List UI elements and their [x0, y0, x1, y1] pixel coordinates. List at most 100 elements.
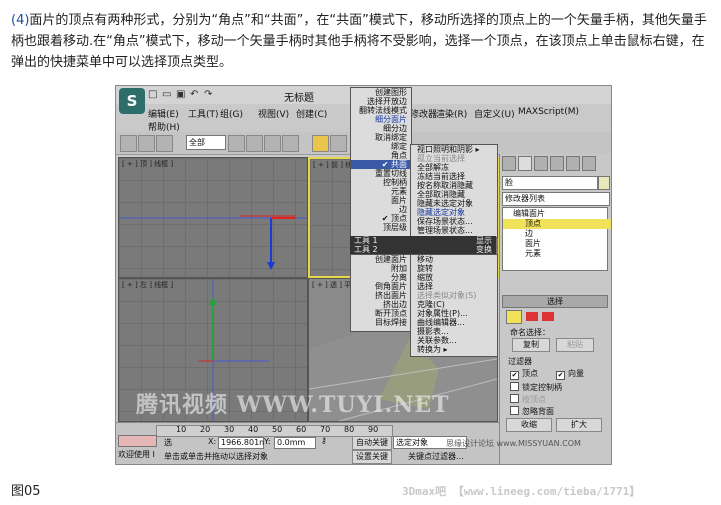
app-logo-icon[interactable]: S: [119, 88, 145, 114]
quad-menu-item[interactable]: 倒角面片: [351, 282, 411, 291]
menu-group[interactable]: 组(G): [220, 107, 243, 120]
select-by-name-icon[interactable]: [246, 135, 263, 152]
quad-menu-item[interactable]: 创建面片: [351, 255, 411, 264]
undo-tool-icon[interactable]: [120, 135, 137, 152]
handle-mode-icon[interactable]: [526, 312, 538, 321]
stack-item-element[interactable]: 元素: [503, 249, 611, 259]
quad-menu-item[interactable]: 曲线编辑器...: [411, 318, 497, 327]
menu-customize[interactable]: 自定义(U): [474, 107, 515, 120]
quad-menu-item[interactable]: 目标焊接: [351, 318, 411, 327]
patch-mode-icon[interactable]: [542, 312, 554, 321]
quad-menu-item[interactable]: 旋转: [411, 264, 497, 273]
quad-menu-item[interactable]: 取消绑定: [351, 133, 411, 142]
set-key-button[interactable]: 设置关键点: [352, 450, 392, 464]
vertex-checkbox[interactable]: ✔ 顶点: [510, 368, 538, 380]
quad-menu-item[interactable]: 隐藏未选定对象: [411, 199, 497, 208]
display-tab-icon[interactable]: [566, 156, 580, 171]
quad-menu-item[interactable]: 对象属性(P)...: [411, 309, 497, 318]
x-coordinate-input[interactable]: 1966.801n: [218, 437, 264, 449]
unlink-icon[interactable]: [156, 135, 173, 152]
new-file-icon[interactable]: □: [148, 89, 157, 100]
object-name-input[interactable]: 脸: [502, 176, 598, 190]
quad-menu-item[interactable]: 分离: [351, 273, 411, 282]
quad-menu-item[interactable]: 保存场景状态...: [411, 217, 497, 226]
modify-tab-icon[interactable]: [518, 156, 532, 171]
menu-render[interactable]: 渲染(R): [436, 107, 467, 120]
menu-tools[interactable]: 工具(T): [188, 107, 219, 120]
quad-menu-item[interactable]: 管理场景状态...: [411, 226, 497, 235]
quad-menu-item[interactable]: 细分面片: [351, 115, 411, 124]
quad-menu-item[interactable]: 克隆(C): [411, 300, 497, 309]
quad-menu-item[interactable]: 摄影表...: [411, 327, 497, 336]
maxscript-listener[interactable]: [118, 435, 157, 447]
object-color-swatch[interactable]: [598, 176, 610, 190]
rotate-tool-icon[interactable]: [330, 135, 347, 152]
window-crossing-icon[interactable]: [282, 135, 299, 152]
quad-menu-item[interactable]: 关联参数...: [411, 336, 497, 345]
paste-button[interactable]: 粘贴: [556, 338, 594, 352]
open-file-icon[interactable]: ▭: [162, 89, 171, 100]
quad-menu-item[interactable]: 全部取消隐藏: [411, 190, 497, 199]
by-vertex-checkbox[interactable]: 按顶点: [510, 394, 546, 405]
rect-select-icon[interactable]: [264, 135, 281, 152]
quad-menu-item[interactable]: 全部解冻: [411, 163, 497, 172]
utilities-tab-icon[interactable]: [582, 156, 596, 171]
quad-menu-item[interactable]: 断开顶点: [351, 309, 411, 318]
quad-menu-item[interactable]: 挤出边: [351, 300, 411, 309]
menu-edit[interactable]: 编辑(E): [148, 107, 179, 120]
menu-create[interactable]: 创建(C): [296, 107, 327, 120]
quad-menu-item[interactable]: 边: [351, 205, 411, 214]
shrink-button[interactable]: 收缩: [506, 418, 552, 432]
vertex-mode-icon[interactable]: [506, 310, 522, 324]
quad-menu-item[interactable]: 孤立当前选择: [411, 154, 497, 163]
quad-menu-item[interactable]: 顶层级: [351, 223, 411, 232]
motion-tab-icon[interactable]: [550, 156, 564, 171]
selection-rollout-header[interactable]: 选择: [502, 295, 608, 308]
quad-menu-item[interactable]: 选择开放边: [351, 97, 411, 106]
move-tool-icon[interactable]: [312, 135, 329, 152]
quad-menu-item[interactable]: ✔ 顶点: [351, 214, 411, 223]
menu-views[interactable]: 视图(V): [258, 107, 289, 120]
quad-menu-item[interactable]: 挤出面片: [351, 291, 411, 300]
menu-maxscript[interactable]: MAXScript(M): [518, 107, 579, 117]
quad-menu-item[interactable]: 角点: [351, 151, 411, 160]
key-icon[interactable]: ⚷: [321, 436, 327, 445]
create-tab-icon[interactable]: [502, 156, 516, 171]
grow-button[interactable]: 扩大: [556, 418, 602, 432]
vector-checkbox[interactable]: ✔ 向量: [556, 368, 584, 380]
quad-menu-item[interactable]: 附加: [351, 264, 411, 273]
stack-item-vertex[interactable]: 顶点: [503, 219, 611, 229]
lock-handles-checkbox[interactable]: 锁定控制柄: [510, 382, 562, 393]
quad-menu-item[interactable]: 视口照明和阴影 ▸: [411, 145, 497, 154]
stack-item-edge[interactable]: 边: [503, 229, 611, 239]
quad-menu-item[interactable]: 元素: [351, 187, 411, 196]
quad-menu-item[interactable]: 面片: [351, 196, 411, 205]
quad-menu-item[interactable]: 选择: [411, 282, 497, 291]
save-file-icon[interactable]: ▣: [176, 89, 185, 100]
quad-menu-item[interactable]: 选择类似对象(S): [411, 291, 497, 300]
quad-menu-item[interactable]: 按名称取消隐藏: [411, 181, 497, 190]
quad-menu-item[interactable]: 控制柄: [351, 178, 411, 187]
key-filters-button[interactable]: 关键点过滤器...: [408, 451, 464, 462]
menu-modifiers[interactable]: 修改器: [410, 107, 437, 120]
auto-key-button[interactable]: 自动关键点: [352, 436, 392, 459]
quad-menu-item[interactable]: 绑定: [351, 142, 411, 151]
stack-item-patch[interactable]: 面片: [503, 239, 611, 249]
select-object-icon[interactable]: [228, 135, 245, 152]
viewport-top[interactable]: [ + ] 顶 ] 线框 ]: [118, 157, 308, 278]
quad-menu-item[interactable]: 移动: [411, 255, 497, 264]
ignore-backfacing-checkbox[interactable]: 忽略背面: [510, 406, 554, 417]
quad-menu-item[interactable]: ✔ 共面: [351, 160, 411, 169]
link-icon[interactable]: [138, 135, 155, 152]
quad-menu-item[interactable]: 翻转法线模式: [351, 106, 411, 115]
copy-button[interactable]: 复制: [512, 338, 550, 352]
modifier-list-dropdown[interactable]: 修改器列表: [502, 192, 610, 206]
quad-menu-item[interactable]: 隐藏选定对象: [411, 208, 497, 217]
hierarchy-tab-icon[interactable]: [534, 156, 548, 171]
quad-menu-item[interactable]: 创建图形: [351, 88, 411, 97]
quad-menu-item[interactable]: 细分边: [351, 124, 411, 133]
quad-menu-item[interactable]: 重置切线: [351, 169, 411, 178]
y-coordinate-input[interactable]: 0.0mm: [274, 437, 316, 449]
quad-menu-item[interactable]: 冻结当前选择: [411, 172, 497, 181]
stack-item-edit-patch[interactable]: 编辑面片: [503, 209, 611, 219]
